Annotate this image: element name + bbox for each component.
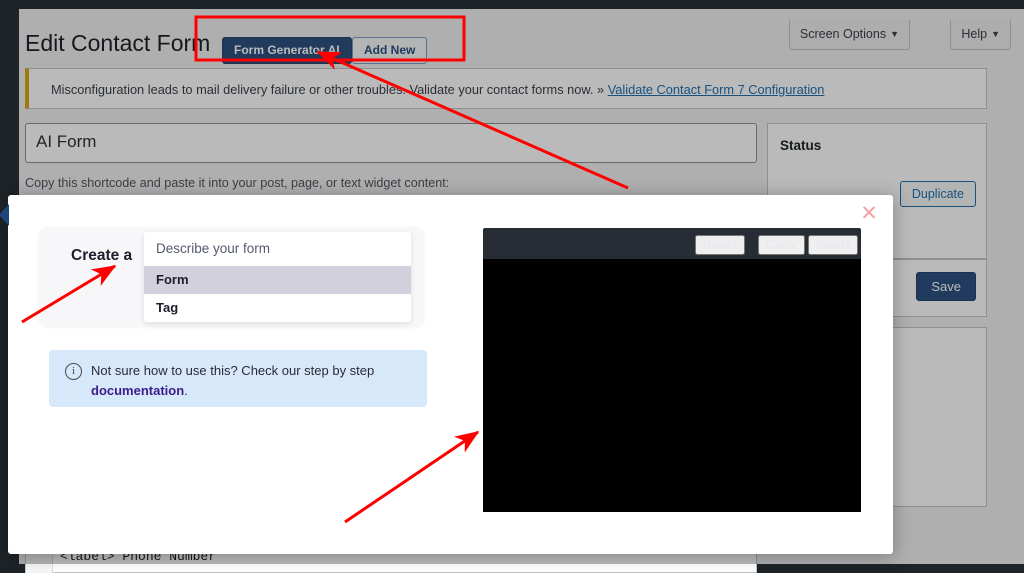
notice-text-row: Misconfiguration leads to mail delivery …	[51, 82, 824, 97]
create-a-label: Create a	[71, 247, 133, 264]
ai-output-toolbar: Reset Copy Insert	[483, 228, 861, 259]
notice-message: Misconfiguration leads to mail delivery …	[51, 82, 608, 97]
chevron-down-icon: ▼	[991, 29, 1000, 39]
info-circle-icon: i	[65, 363, 82, 380]
create-type-select[interactable]: Describe your form Form Tag	[144, 232, 411, 322]
help-toggle[interactable]: Help ▼	[950, 20, 1011, 50]
status-panel-title: Status	[780, 138, 822, 153]
form-generator-ai-modal: ✕ Create a Describe your form Form Tag i…	[0, 195, 893, 554]
reset-button[interactable]: Reset	[694, 235, 745, 255]
configuration-notice: Misconfiguration leads to mail delivery …	[25, 68, 987, 109]
note-message: Not sure how to use this? Check our step…	[91, 363, 375, 378]
add-new-button[interactable]: Add New	[352, 37, 428, 64]
insert-button[interactable]: Insert	[807, 235, 858, 255]
form-generator-ai-button[interactable]: Form Generator AI	[222, 37, 352, 64]
create-form-card: Create a Describe your form Form Tag	[39, 227, 424, 326]
help-label: Help	[961, 27, 988, 41]
ai-output-panel: Reset Copy Insert	[483, 228, 861, 516]
chevron-down-icon: ▼	[890, 29, 899, 39]
select-option-tag[interactable]: Tag	[144, 294, 411, 322]
documentation-note: i Not sure how to use this? Check our st…	[49, 350, 427, 407]
page-title: Edit Contact Form	[25, 30, 211, 56]
close-icon[interactable]: ✕	[858, 203, 880, 225]
select-option-form[interactable]: Form	[144, 266, 411, 294]
save-button[interactable]: Save	[916, 272, 976, 301]
screen-options-toggle[interactable]: Screen Options ▼	[788, 20, 910, 50]
documentation-link[interactable]: documentation	[91, 383, 184, 398]
modal-pointer-nub	[0, 204, 9, 226]
select-placeholder: Describe your form	[156, 241, 271, 256]
validate-configuration-link[interactable]: Validate Contact Form 7 Configuration	[608, 82, 825, 97]
form-title-input[interactable]: AI Form	[25, 123, 757, 163]
note-period: .	[184, 383, 188, 399]
copy-button[interactable]: Copy	[757, 235, 805, 255]
duplicate-button[interactable]: Duplicate	[899, 181, 976, 207]
ai-output-textarea[interactable]	[483, 259, 861, 512]
wp-admin-topbar	[0, 0, 1024, 9]
note-text-row: Not sure how to use this? Check our step…	[91, 361, 421, 401]
screen-options-label: Screen Options	[799, 27, 887, 41]
shortcode-instruction: Copy this shortcode and paste it into yo…	[25, 176, 450, 190]
